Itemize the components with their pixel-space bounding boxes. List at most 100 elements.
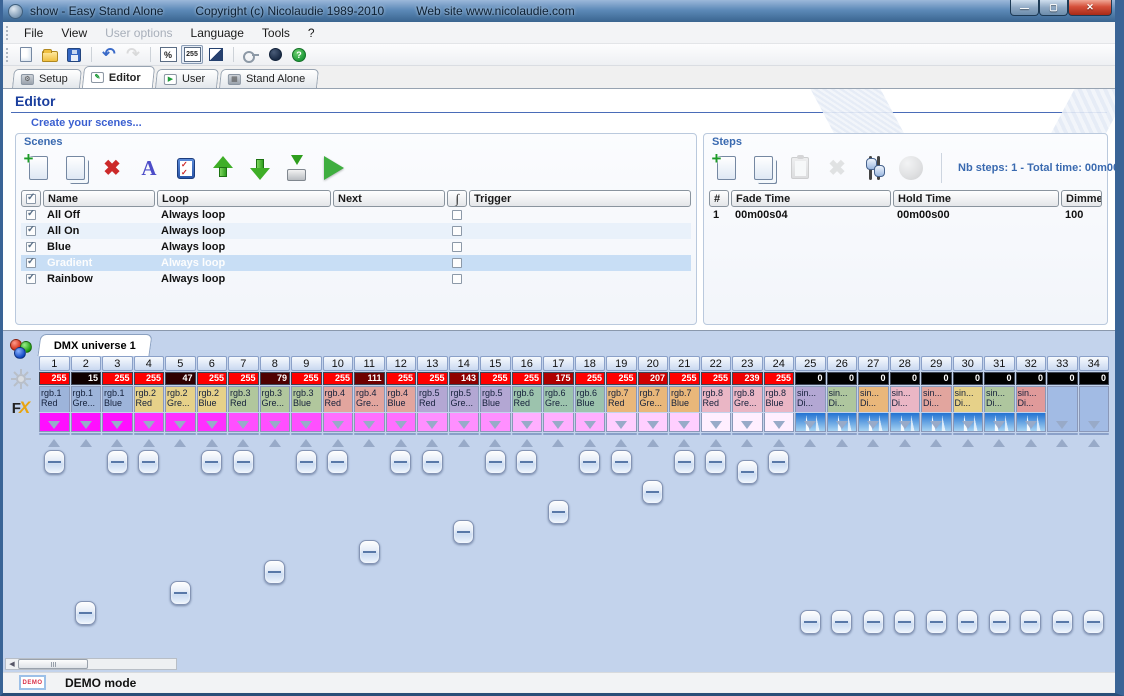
menu-tools[interactable]: Tools [253, 23, 299, 43]
scene-fade-checkbox[interactable] [452, 242, 462, 252]
fader-thumb[interactable] [957, 610, 978, 634]
fader-thumb[interactable] [201, 450, 222, 474]
open-folder-icon[interactable] [39, 45, 61, 64]
import-scene-icon[interactable] [283, 152, 311, 184]
channel-fader[interactable] [1016, 433, 1047, 435]
fader-up-arrow[interactable] [710, 439, 722, 447]
fader-down-arrow[interactable] [678, 421, 690, 429]
check-all-checkbox[interactable] [26, 194, 36, 204]
menu-view[interactable]: View [52, 23, 96, 43]
fader-thumb[interactable] [611, 450, 632, 474]
scene-fade-checkbox[interactable] [452, 258, 462, 268]
fader-thumb[interactable] [359, 540, 380, 564]
new-scene-icon[interactable]: + [24, 152, 52, 184]
fader-down-arrow[interactable] [143, 421, 155, 429]
channel-fader[interactable] [858, 433, 889, 435]
fader-down-arrow[interactable] [174, 421, 186, 429]
fader-thumb[interactable] [579, 450, 600, 474]
fader-down-arrow[interactable] [710, 421, 722, 429]
fader-up-arrow[interactable] [80, 439, 92, 447]
fader-thumb[interactable] [296, 450, 317, 474]
fader-thumb[interactable] [1020, 610, 1041, 634]
channel-fader[interactable] [260, 433, 291, 435]
channel-fader[interactable] [1079, 433, 1110, 435]
fader-up-arrow[interactable] [521, 439, 533, 447]
fader-down-arrow[interactable] [426, 421, 438, 429]
fader-down-arrow[interactable] [269, 421, 281, 429]
col-fade[interactable]: ∫ [447, 190, 467, 207]
percent-display-icon[interactable]: % [157, 45, 179, 64]
menu-file[interactable]: File [15, 23, 52, 43]
contrast-icon[interactable] [205, 45, 227, 64]
channel-fader[interactable] [701, 433, 732, 435]
fader-up-arrow[interactable] [647, 439, 659, 447]
scroll-left-arrow[interactable]: ◀ [6, 659, 18, 669]
fader-up-arrow[interactable] [962, 439, 974, 447]
scene-fade-checkbox[interactable] [452, 226, 462, 236]
tab-user[interactable]: ▶ User [155, 69, 219, 88]
fader-thumb[interactable] [422, 450, 443, 474]
fader-up-arrow[interactable] [1056, 439, 1068, 447]
fader-down-arrow[interactable] [80, 421, 92, 429]
fader-up-arrow[interactable] [741, 439, 753, 447]
channel-fader[interactable] [543, 433, 574, 435]
fader-down-arrow[interactable] [111, 421, 123, 429]
channel-fader[interactable] [480, 433, 511, 435]
channel-fader[interactable] [606, 433, 637, 435]
fader-up-arrow[interactable] [143, 439, 155, 447]
fader-down-arrow[interactable] [899, 421, 911, 429]
fader-down-arrow[interactable] [300, 421, 312, 429]
channel-fader[interactable] [764, 433, 795, 435]
fader-down-arrow[interactable] [930, 421, 942, 429]
fader-thumb[interactable] [548, 500, 569, 524]
channel-fader[interactable] [921, 433, 952, 435]
new-step-icon[interactable]: + [712, 152, 740, 184]
fader-up-arrow[interactable] [48, 439, 60, 447]
fader-down-arrow[interactable] [48, 421, 60, 429]
create-scenes-link[interactable]: Create your scenes... [31, 117, 1115, 129]
fader-thumb[interactable] [737, 460, 758, 484]
tab-dmx-universe-1[interactable]: DMX universe 1 [37, 334, 152, 356]
fader-up-arrow[interactable] [836, 439, 848, 447]
fader-thumb[interactable] [705, 450, 726, 474]
close-button[interactable]: ✕ [1068, 0, 1112, 16]
fader-up-arrow[interactable] [773, 439, 785, 447]
channel-fader[interactable] [449, 433, 480, 435]
channel-fader[interactable] [386, 433, 417, 435]
fader-up-arrow[interactable] [237, 439, 249, 447]
scene-enabled-checkbox[interactable] [26, 258, 36, 268]
fader-thumb[interactable] [264, 560, 285, 584]
fader-down-arrow[interactable] [458, 421, 470, 429]
fader-down-arrow[interactable] [1056, 421, 1068, 429]
delete-scene-icon[interactable]: ✖ [98, 152, 126, 184]
fader-thumb[interactable] [327, 450, 348, 474]
col-name[interactable]: Name [43, 190, 155, 207]
scene-enabled-checkbox[interactable] [26, 242, 36, 252]
value-255-display-icon[interactable]: 255 [181, 45, 203, 64]
fader-up-arrow[interactable] [111, 439, 123, 447]
fader-thumb[interactable] [516, 450, 537, 474]
channel-fader[interactable] [795, 433, 826, 435]
channel-fader[interactable] [71, 433, 102, 435]
fader-up-arrow[interactable] [395, 439, 407, 447]
channel-fader[interactable] [984, 433, 1015, 435]
fader-down-arrow[interactable] [836, 421, 848, 429]
color-mix-icon[interactable] [10, 339, 32, 359]
fader-down-arrow[interactable] [615, 421, 627, 429]
fader-thumb[interactable] [170, 581, 191, 605]
fader-down-arrow[interactable] [206, 421, 218, 429]
fader-up-arrow[interactable] [1088, 439, 1100, 447]
col-loop[interactable]: Loop [157, 190, 331, 207]
scene-properties-icon[interactable]: ✓✓ [172, 152, 200, 184]
fader-down-arrow[interactable] [962, 421, 974, 429]
channel-fader[interactable] [102, 433, 133, 435]
fader-down-arrow[interactable] [332, 421, 344, 429]
fader-up-arrow[interactable] [867, 439, 879, 447]
channel-fader[interactable] [512, 433, 543, 435]
fader-thumb[interactable] [390, 450, 411, 474]
col-fade-time[interactable]: Fade Time [731, 190, 891, 207]
gobo-wheel-icon[interactable] [10, 368, 32, 390]
save-icon[interactable] [63, 45, 85, 64]
new-file-icon[interactable] [15, 45, 37, 64]
channel-fader[interactable] [732, 433, 763, 435]
